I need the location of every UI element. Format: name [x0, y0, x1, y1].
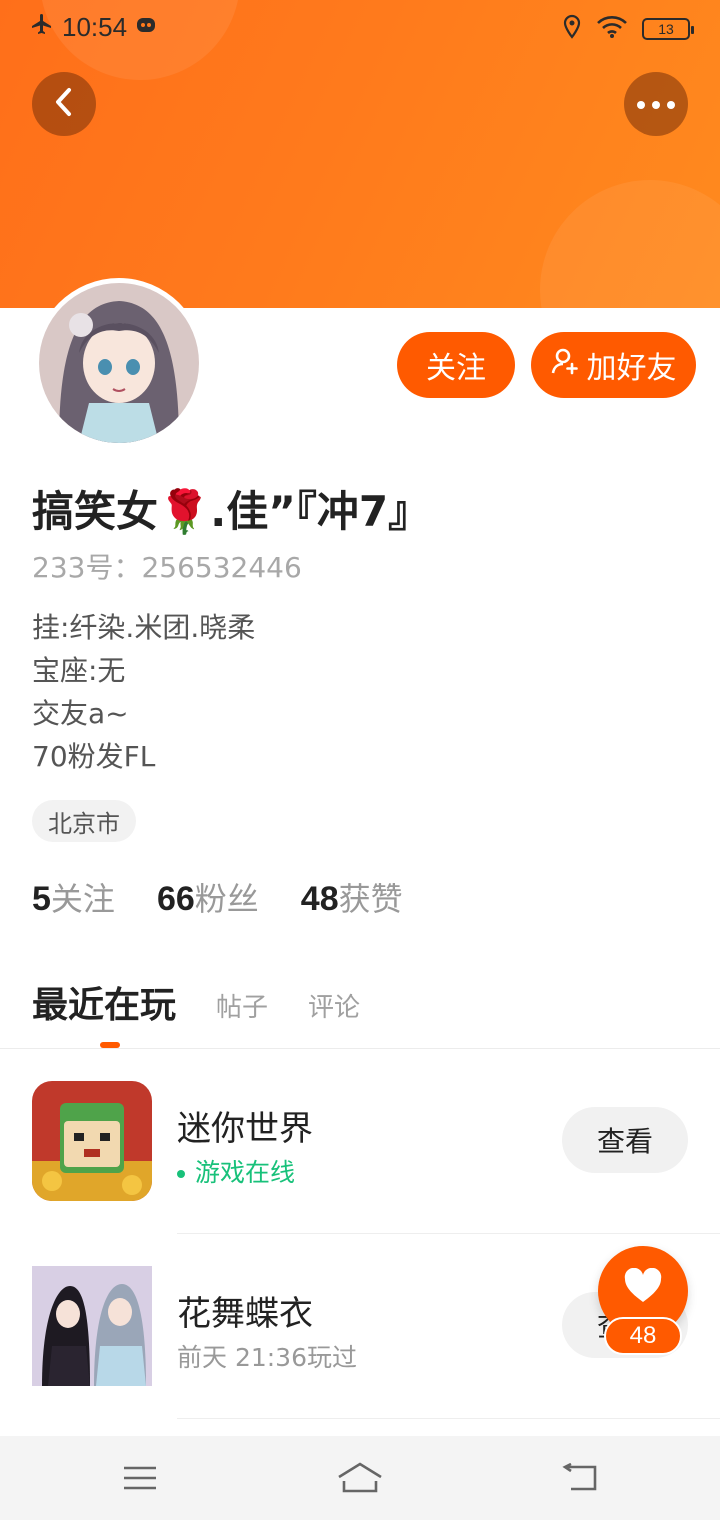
game-title: 花舞蝶衣: [177, 1294, 313, 1334]
tab-comments[interactable]: 评论: [308, 987, 360, 1028]
stat-number: 5: [32, 880, 51, 918]
add-friend-button[interactable]: 加好友: [531, 332, 696, 398]
game-title: 迷你世界: [177, 1109, 313, 1149]
game-status: 前天 21:36玩过: [177, 1343, 357, 1372]
avatar[interactable]: [34, 278, 204, 448]
profile-stats: 5关注 66粉丝 48获赞: [32, 874, 403, 920]
system-nav-bar: [0, 1436, 720, 1520]
stat-number: 66: [156, 880, 195, 918]
more-dots-icon: [636, 95, 676, 114]
stat-label: 获赞: [338, 880, 403, 918]
stat-likes[interactable]: 48获赞: [301, 874, 403, 920]
airplane-icon: [30, 12, 54, 43]
bio-line: 交友a~: [32, 697, 129, 730]
follow-label: 关注: [426, 351, 486, 386]
profile-tabs: 最近在玩 帖子 评论: [32, 976, 360, 1028]
profile-id: 233号：256532446: [32, 551, 302, 584]
stat-followers[interactable]: 66粉丝: [157, 874, 259, 920]
profile-name: 搞笑女🌹.佳”『冲7』: [32, 487, 431, 536]
tab-posts[interactable]: 帖子: [216, 987, 268, 1028]
wifi-icon: [596, 15, 628, 43]
battery-icon: 13: [642, 18, 694, 40]
stat-following[interactable]: 5关注: [32, 874, 115, 920]
more-button[interactable]: [624, 72, 688, 136]
profile-bio: 挂:纤染.米团.晓柔 宝座:无 交友a~ 70粉发FL: [32, 606, 255, 778]
stat-label: 粉丝: [194, 880, 259, 918]
battery-level: 13: [658, 21, 674, 37]
add-friend-label: 加好友: [586, 351, 677, 386]
like-count: 48: [604, 1317, 682, 1355]
menu-icon[interactable]: [116, 1456, 164, 1500]
game-item[interactable]: 迷你世界 游戏在线 查看: [0, 1049, 720, 1233]
location-tag: 北京市: [32, 800, 136, 842]
game-status-text: 游戏在线: [195, 1158, 296, 1187]
stat-number: 48: [300, 880, 339, 918]
heart-icon: [623, 1267, 663, 1308]
game-icon: [32, 1081, 152, 1201]
tab-recent-played[interactable]: 最近在玩: [32, 976, 176, 1028]
bio-line: 挂:纤染.米团.晓柔: [32, 611, 256, 644]
divider: [177, 1418, 720, 1419]
location-icon: [562, 14, 582, 44]
app-notification-icon: [135, 12, 157, 43]
home-icon[interactable]: [336, 1456, 384, 1500]
header-decoration: [540, 180, 720, 308]
chevron-left-icon: [50, 86, 78, 122]
add-user-icon: [551, 346, 581, 384]
status-time: 10:54: [62, 12, 128, 42]
back-button[interactable]: [32, 72, 96, 136]
bio-line: 宝座:无: [32, 654, 126, 687]
back-icon[interactable]: [556, 1456, 604, 1500]
view-button[interactable]: 查看: [562, 1107, 688, 1173]
profile-header: 10:54 13: [0, 0, 720, 308]
status-bar: 10:54 13: [0, 0, 720, 56]
game-status: 游戏在线: [177, 1153, 295, 1189]
follow-button[interactable]: 关注: [397, 332, 515, 398]
online-dot-icon: [177, 1170, 185, 1178]
bio-line: 70粉发FL: [32, 740, 156, 773]
game-icon: [32, 1266, 152, 1386]
stat-label: 关注: [50, 880, 115, 918]
